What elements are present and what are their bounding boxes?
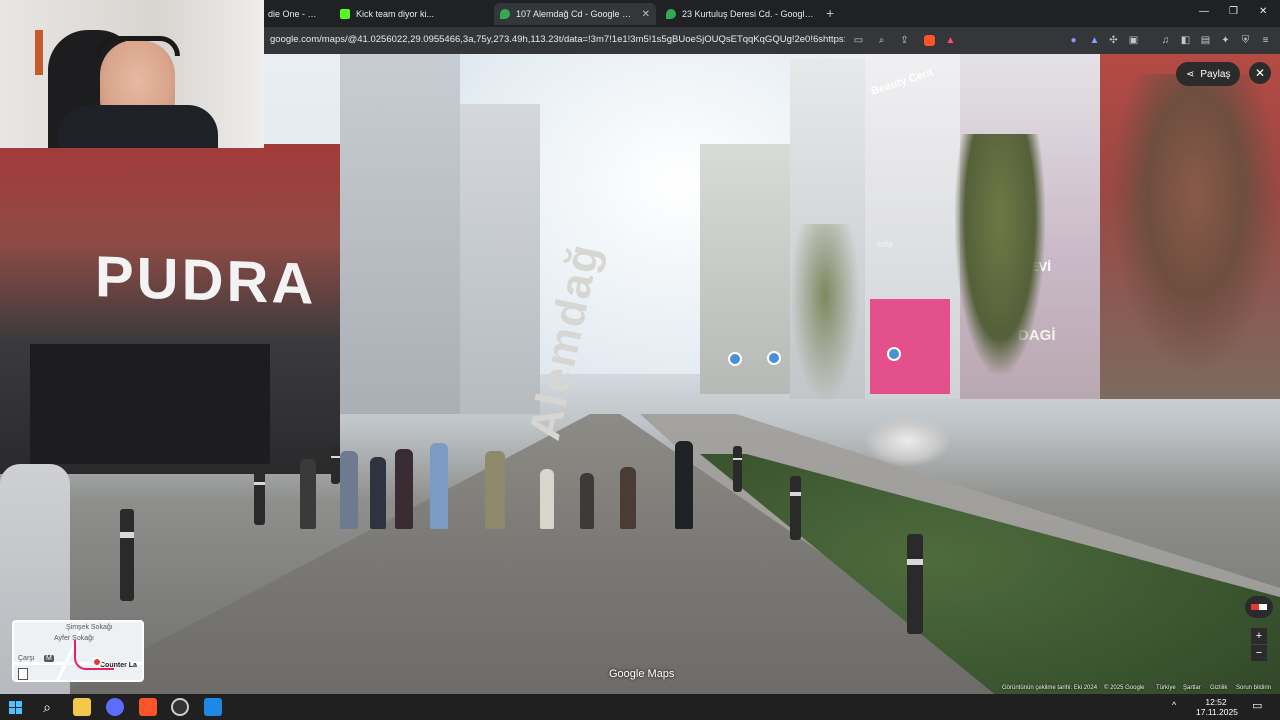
scooter <box>865 416 950 466</box>
share-label: Paylaş <box>1200 68 1231 80</box>
streamer-shirt <box>58 105 218 148</box>
close-tab-icon[interactable]: ✕ <box>642 9 650 20</box>
media-icon[interactable]: ♫ <box>1160 35 1171 46</box>
windows-start-icon[interactable] <box>7 698 25 716</box>
cast-icon[interactable]: ▭ <box>853 35 864 46</box>
metro-icon: M <box>44 655 54 662</box>
expand-map-icon[interactable] <box>18 668 28 680</box>
clock-time: 12:52 <box>1205 697 1227 707</box>
minimize-icon[interactable]: — <box>1199 6 1209 17</box>
pink-storefront <box>870 299 950 394</box>
bollard <box>907 534 923 634</box>
bollard <box>331 446 340 484</box>
minimap-street: Ayfer Sokağı <box>54 635 94 642</box>
wallet-icon[interactable]: ▣ <box>1128 35 1139 46</box>
brave-rewards-icon[interactable]: ▲ <box>945 35 956 46</box>
minimap-place: Counter La <box>100 662 137 669</box>
maximize-icon[interactable]: ❐ <box>1229 6 1238 17</box>
tree <box>955 134 1045 374</box>
sidebar-icon[interactable]: ◧ <box>1180 35 1191 46</box>
url-field[interactable]: google.com/maps/@41.0256022,29.0955466,3… <box>270 34 845 45</box>
terms-link[interactable]: Şartlar <box>1183 685 1201 694</box>
obs-icon[interactable] <box>171 698 189 716</box>
minimap-street: Şimşek Sokağı <box>66 624 113 631</box>
maps-pin-icon <box>666 9 676 19</box>
compass-icon[interactable] <box>1245 596 1273 618</box>
clock-date: 17.11.2025 <box>1196 707 1238 717</box>
leo-ai-icon[interactable]: ✦ <box>1220 35 1231 46</box>
privacy-link[interactable]: Gizlilik <box>1210 685 1227 694</box>
pudra-storefront <box>30 344 270 464</box>
bollard <box>790 476 801 540</box>
zoom-icon[interactable]: ⌕ <box>876 35 887 46</box>
wallet2-icon[interactable]: ▤ <box>1200 35 1211 46</box>
file-explorer-icon[interactable] <box>73 698 91 716</box>
tab-title: 107 Alemdağ Cd - Google Harita <box>516 9 634 19</box>
share-page-icon[interactable]: ⇪ <box>899 35 910 46</box>
bollard <box>733 446 742 492</box>
report-link[interactable]: Sorun bildirin <box>1236 685 1271 694</box>
compass-needle <box>1251 604 1267 610</box>
tab-google-maps-active[interactable]: 107 Alemdağ Cd - Google Harita ✕ <box>494 3 656 25</box>
new-tab-button[interactable]: + <box>826 5 834 21</box>
location-pin-icon <box>92 657 102 667</box>
country-link[interactable]: Türkiye <box>1156 685 1176 694</box>
tab-die-one[interactable]: die One - EXTE <box>262 3 326 25</box>
tab-title: die One - EXTE <box>268 9 320 19</box>
google-maps-logo: Google Maps <box>609 668 675 680</box>
tab-title: Kick team diyor ki... <box>356 9 435 19</box>
pudra-sign: PUDRA <box>95 244 317 317</box>
street-view-panorama[interactable]: PUDRA Beauty Cent oda R EVİ DAGİ Alemdağ <box>0 54 1280 694</box>
photo-marker-icon[interactable] <box>767 351 781 365</box>
vpn-icon[interactable]: ▲ <box>1089 35 1100 46</box>
copyright: © 2025 Google <box>1104 685 1145 691</box>
background-object <box>35 30 43 75</box>
capture-date: Görüntünün çekilme tarihi: Eki 2024 <box>1002 685 1098 691</box>
share-button[interactable]: ⋖ Paylaş <box>1176 62 1241 86</box>
tab-kick[interactable]: Kick team diyor ki... <box>334 3 484 25</box>
extension-icon[interactable]: ● <box>1068 35 1079 46</box>
brave-browser-icon[interactable] <box>139 698 157 716</box>
brave-shield-icon[interactable] <box>924 35 935 46</box>
zoom-out-button[interactable]: − <box>1251 645 1267 661</box>
tree <box>1110 74 1280 374</box>
bollard <box>120 509 134 601</box>
mini-map[interactable]: Şimşek Sokağı Ayfer Sokağı Çarşı M Count… <box>12 620 144 682</box>
shield-icon[interactable]: ⛨ <box>1240 35 1251 46</box>
photo-marker-icon[interactable] <box>728 352 742 366</box>
windows-taskbar: ⌕ ^ 12:52 17.11.2025 ▭ <box>0 694 1280 720</box>
share-icon: ⋖ <box>1186 68 1195 80</box>
headphones <box>96 36 180 56</box>
close-window-icon[interactable]: ✕ <box>1259 6 1267 17</box>
tab-google-maps[interactable]: 23 Kurtuluş Deresi Cd. - Google Harit <box>660 3 820 25</box>
menu-icon[interactable]: ≡ <box>1260 35 1271 46</box>
building-left-2 <box>340 54 460 414</box>
zoom-in-button[interactable]: + <box>1251 628 1267 644</box>
minimap-street: Çarşı <box>18 655 35 662</box>
app-icon[interactable] <box>204 698 222 716</box>
clock[interactable]: 12:52 17.11.2025 <box>1196 697 1238 717</box>
pedestrian-crowd <box>290 419 693 529</box>
maps-pin-icon <box>500 9 510 19</box>
photo-marker-icon[interactable] <box>887 347 901 361</box>
tree <box>790 224 860 404</box>
notification-icon[interactable]: ▭ <box>1252 699 1262 712</box>
kick-icon <box>340 9 350 19</box>
extensions-puzzle-icon[interactable]: ✣ <box>1108 35 1119 46</box>
building-left-3 <box>460 104 540 414</box>
app-icon[interactable] <box>106 698 124 716</box>
bollard <box>254 467 265 525</box>
tab-title: 23 Kurtuluş Deresi Cd. - Google Harit <box>682 9 814 19</box>
search-icon[interactable]: ⌕ <box>38 698 56 716</box>
moda-sign: oda <box>877 239 894 249</box>
close-streetview-button[interactable]: ✕ <box>1249 62 1271 84</box>
chevron-up-icon[interactable]: ^ <box>1172 700 1176 710</box>
webcam-overlay <box>0 0 264 148</box>
